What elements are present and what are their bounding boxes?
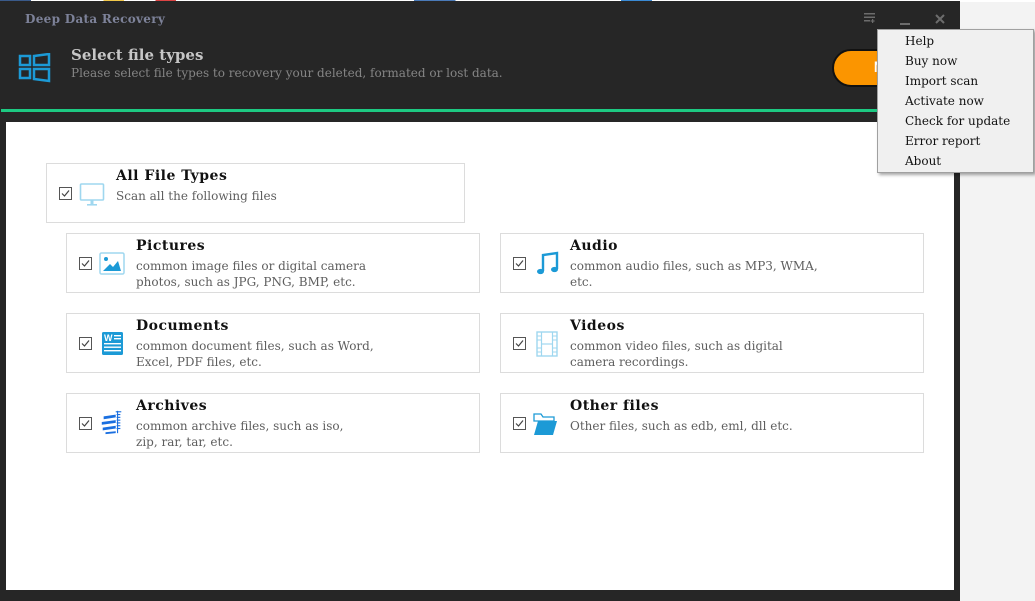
word-document-icon: W bbox=[102, 332, 123, 355]
menu-button[interactable] bbox=[862, 12, 878, 28]
card-description: common video files, such as digital came… bbox=[570, 339, 783, 369]
close-button[interactable] bbox=[932, 12, 948, 28]
card-title: Documents bbox=[136, 318, 229, 334]
page-title: Select file types bbox=[71, 46, 204, 64]
file-types-panel: All File Types Scan all the following fi… bbox=[6, 122, 954, 590]
folder-icon bbox=[533, 413, 557, 435]
card-description: Other files, such as edb, eml, dll etc. bbox=[570, 419, 793, 433]
card-description: common document files, such as Word, Exc… bbox=[136, 339, 374, 369]
menu-item-activate-now[interactable]: Activate now bbox=[905, 94, 984, 108]
close-icon bbox=[935, 14, 945, 24]
app-title: Deep Data Recovery bbox=[25, 12, 166, 26]
checkmark-icon bbox=[515, 260, 524, 267]
card-title: All File Types bbox=[116, 168, 228, 184]
card-archives[interactable]: Archives common archive files, such as i… bbox=[66, 393, 480, 453]
archive-zip-icon bbox=[101, 410, 122, 435]
menu-list-icon bbox=[864, 13, 875, 23]
checkbox-audio[interactable] bbox=[513, 257, 526, 270]
menu-item-about[interactable]: About bbox=[905, 154, 941, 168]
context-menu: Help Buy now Import scan Activate now Ch… bbox=[877, 29, 1034, 173]
minimize-icon bbox=[900, 23, 910, 25]
checkbox-archives[interactable] bbox=[79, 417, 92, 430]
card-all-file-types[interactable]: All File Types Scan all the following fi… bbox=[46, 163, 465, 223]
card-other-files[interactable]: Other files Other files, such as edb, em… bbox=[500, 393, 924, 453]
monitor-icon bbox=[79, 183, 105, 206]
menu-item-help[interactable]: Help bbox=[905, 34, 934, 48]
checkmark-icon bbox=[81, 260, 90, 267]
windows-grid-icon bbox=[18, 53, 51, 83]
card-description: common audio files, such as MP3, WMA, et… bbox=[570, 259, 818, 289]
menu-item-error-report[interactable]: Error report bbox=[905, 134, 980, 148]
checkbox-other-files[interactable] bbox=[513, 417, 526, 430]
card-documents[interactable]: W Documents common document files, such … bbox=[66, 313, 480, 373]
svg-text:W: W bbox=[104, 333, 113, 343]
checkmark-icon bbox=[515, 420, 524, 427]
menu-item-buy-now[interactable]: Buy now bbox=[905, 54, 957, 68]
checkbox-all-file-types[interactable] bbox=[59, 187, 72, 200]
card-title: Audio bbox=[570, 238, 618, 254]
checkmark-icon bbox=[515, 340, 524, 347]
page-subtitle: Please select file types to recovery you… bbox=[71, 66, 503, 80]
card-videos[interactable]: Videos common video files, such as digit… bbox=[500, 313, 924, 373]
card-title: Pictures bbox=[136, 238, 206, 254]
checkmark-icon bbox=[61, 190, 70, 197]
checkbox-pictures[interactable] bbox=[79, 257, 92, 270]
card-description: common archive files, such as iso, zip, … bbox=[136, 419, 344, 449]
minimize-button[interactable] bbox=[897, 12, 913, 28]
menu-item-import-scan[interactable]: Import scan bbox=[905, 74, 978, 88]
checkbox-videos[interactable] bbox=[513, 337, 526, 350]
card-description: Scan all the following files bbox=[116, 189, 277, 203]
menu-item-check-for-update[interactable]: Check for update bbox=[905, 114, 1010, 128]
app-window: Deep Data Recovery Select file types Ple… bbox=[0, 1, 960, 601]
accent-divider bbox=[1, 109, 960, 112]
card-title: Archives bbox=[136, 398, 208, 414]
checkmark-icon bbox=[81, 420, 90, 427]
film-strip-icon bbox=[536, 331, 558, 357]
card-audio[interactable]: Audio common audio files, such as MP3, W… bbox=[500, 233, 924, 293]
music-note-icon bbox=[537, 251, 559, 275]
card-description: common image files or digital camera pho… bbox=[136, 259, 367, 289]
card-pictures[interactable]: Pictures common image files or digital c… bbox=[66, 233, 480, 293]
checkbox-documents[interactable] bbox=[79, 337, 92, 350]
card-title: Other files bbox=[570, 398, 659, 414]
picture-icon bbox=[99, 252, 125, 275]
card-title: Videos bbox=[570, 318, 625, 334]
checkmark-icon bbox=[81, 340, 90, 347]
